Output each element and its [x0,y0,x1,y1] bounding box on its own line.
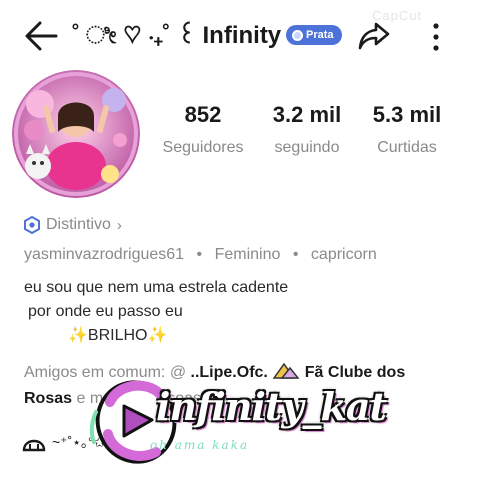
stat-followers-label: Seguidores [162,139,244,156]
profile-meta: yasminvazrodrigues61 • Feminino • capric… [24,243,377,267]
share-button[interactable] [356,18,392,54]
mutual-friend-name[interactable]: Fã Clube dos [305,364,405,381]
avatar[interactable] [12,70,140,198]
stat-following-label: seguindo [274,139,340,156]
stat-following[interactable]: 3.2 mil seguindo [254,100,360,162]
tier-badge[interactable]: Prata [286,25,342,45]
sticker-brand-text: infinity_kat [156,384,387,429]
more-options-button[interactable] [424,18,448,54]
dome-icon [22,439,46,452]
badge-shield-icon [24,216,40,234]
profile-title: ˚ ೀ ♡ ‧₊˚ ꒰ Infinity er [72,22,311,49]
bio-line: por onde eu passo eu [28,303,183,320]
top-bar: ˚ ೀ ♡ ‧₊˚ ꒰ Infinity er Prata CapCut [0,0,480,72]
stat-likes-label: Curtidas [377,139,437,156]
tier-badge-label: Prata [306,29,334,41]
mutual-friend-name[interactable]: ..Lipe.Ofc. [191,364,268,381]
stat-following-value: 3.2 mil [272,102,342,127]
sticker-tagline: oh ama kaka [150,438,250,452]
stat-likes-value: 5.3 mil [372,102,442,127]
avatar-image [12,70,140,198]
meta-separator: • [292,246,299,263]
stat-followers[interactable]: 852 Seguidores [150,100,256,162]
back-button[interactable] [22,18,62,54]
mutual-friend-name[interactable]: Rosas [24,390,72,407]
share-icon [358,22,390,50]
arrow-left-icon [25,21,58,51]
more-vertical-icon [433,23,439,51]
bio-line: ✨BRILHO✨ [68,327,168,344]
username: yasminvazrodrigues61 [24,246,185,263]
stats-row: 852 Seguidores 3.2 mil seguindo 5.3 mil … [150,100,470,170]
badge-icon [292,29,303,41]
stat-followers-value: 852 [184,102,222,127]
bio-line: eu sou que nem uma estrela cadente [24,279,289,296]
badges-link-label: Distintivo [46,216,111,233]
chevron-right-icon: › [116,216,122,234]
zodiac-sign: capricorn [310,246,377,263]
stat-likes[interactable]: 5.3 mil Curtidas [354,100,460,162]
gender: Feminino [214,246,281,263]
meta-separator: • [196,246,203,263]
bio: eu sou que nem uma estrela cadente por o… [24,276,464,348]
triangle-emoji-icon [272,362,300,379]
badges-link[interactable]: Distintivo › [24,212,122,238]
